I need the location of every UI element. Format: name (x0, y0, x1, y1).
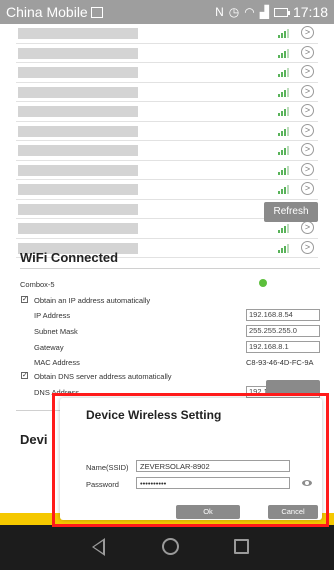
network-name-redacted (18, 164, 138, 176)
wifi-signal-icon (278, 67, 289, 77)
wifi-network-row[interactable]: > (16, 122, 318, 141)
network-name-redacted (18, 67, 138, 78)
connected-status-icon (259, 279, 267, 287)
navigation-bar (0, 525, 334, 570)
ip-address-label: IP Address (34, 311, 71, 320)
highlight-box (52, 393, 329, 527)
carrier-name: China Mobile (6, 4, 88, 20)
wifi-icon: ◠ (244, 5, 255, 19)
status-bar: China Mobile N ◷ ◠ ▟ 17:18 (0, 0, 334, 24)
obtain-ip-checkbox[interactable]: ✓ (21, 296, 28, 303)
wifi-network-row[interactable]: > (16, 24, 318, 44)
wifi-network-row[interactable]: > (16, 102, 318, 122)
wifi-signal-icon (278, 48, 289, 58)
cell-signal-icon: ▟ (259, 5, 269, 19)
ip-address-field[interactable]: 192.168.8.54 (246, 309, 320, 321)
back-icon[interactable] (92, 538, 105, 556)
network-name-redacted (18, 47, 138, 59)
subnet-mask-field[interactable]: 255.255.255.0 (246, 325, 320, 337)
network-name-redacted (18, 86, 138, 98)
network-name-redacted (18, 184, 138, 195)
chevron-right-icon[interactable]: > (301, 240, 314, 254)
battery-icon (273, 7, 290, 17)
chevron-right-icon[interactable]: > (301, 162, 314, 176)
apply-button[interactable] (266, 380, 320, 394)
sim-icon (90, 7, 103, 18)
clock: 17:18 (292, 4, 328, 20)
wifi-connected-title: WiFi Connected (20, 250, 119, 265)
chevron-right-icon[interactable]: > (301, 123, 314, 137)
wifi-signal-icon (278, 184, 289, 194)
recent-apps-icon[interactable] (234, 539, 249, 554)
wifi-signal-icon (278, 106, 289, 116)
chevron-right-icon[interactable]: > (301, 143, 314, 156)
chevron-right-icon[interactable]: > (301, 182, 314, 195)
chevron-right-icon[interactable]: > (301, 65, 314, 78)
wifi-network-row[interactable]: > (16, 180, 318, 200)
wifi-network-row[interactable]: > (16, 141, 318, 161)
chevron-right-icon[interactable]: > (301, 221, 314, 234)
chevron-right-icon[interactable]: > (301, 104, 314, 117)
carrier-label: China Mobile (6, 4, 103, 20)
network-name-redacted (18, 203, 138, 215)
wifi-signal-icon (278, 87, 289, 97)
wifi-signal-icon (278, 243, 289, 253)
wifi-network-row[interactable]: > (16, 63, 318, 83)
network-name-redacted (18, 106, 138, 117)
wifi-signal-icon (278, 223, 289, 233)
wifi-network-row[interactable]: > (16, 44, 318, 63)
device-section-title: Devi (20, 432, 48, 447)
obtain-dns-label: Obtain DNS server address automatically (34, 372, 172, 381)
chevron-right-icon[interactable]: > (301, 45, 314, 59)
alarm-icon: ◷ (228, 5, 240, 19)
network-name-redacted (18, 145, 138, 156)
gateway-field[interactable]: 192.168.8.1 (246, 341, 320, 353)
network-name-redacted (18, 223, 138, 234)
mac-address-label: MAC Address (34, 358, 80, 367)
wifi-signal-icon (278, 28, 289, 38)
wifi-network-list: >>>>>>>>>>>> (16, 24, 318, 258)
connected-network-name: Combox-5 (20, 280, 55, 289)
refresh-button[interactable]: Refresh (264, 202, 318, 222)
divider (20, 268, 320, 269)
wifi-signal-icon (278, 145, 289, 155)
obtain-dns-checkbox[interactable]: ✓ (21, 372, 28, 379)
mac-address-value: C8-93-46-4D-FC-9A (246, 358, 314, 367)
chevron-right-icon[interactable]: > (301, 84, 314, 98)
wifi-network-row[interactable]: > (16, 161, 318, 180)
gateway-label: Gateway (34, 343, 64, 352)
status-icons: N ◷ ◠ ▟ 17:18 (215, 4, 328, 20)
wifi-signal-icon (278, 165, 289, 175)
network-name-redacted (18, 125, 138, 137)
subnet-mask-label: Subnet Mask (34, 327, 78, 336)
nfc-icon: N (215, 5, 224, 19)
chevron-right-icon[interactable]: > (301, 26, 314, 39)
obtain-ip-label: Obtain an IP address automatically (34, 296, 151, 305)
network-name-redacted (18, 28, 138, 39)
wifi-signal-icon (278, 126, 289, 136)
wifi-network-row[interactable]: > (16, 83, 318, 102)
home-icon[interactable] (162, 538, 179, 555)
